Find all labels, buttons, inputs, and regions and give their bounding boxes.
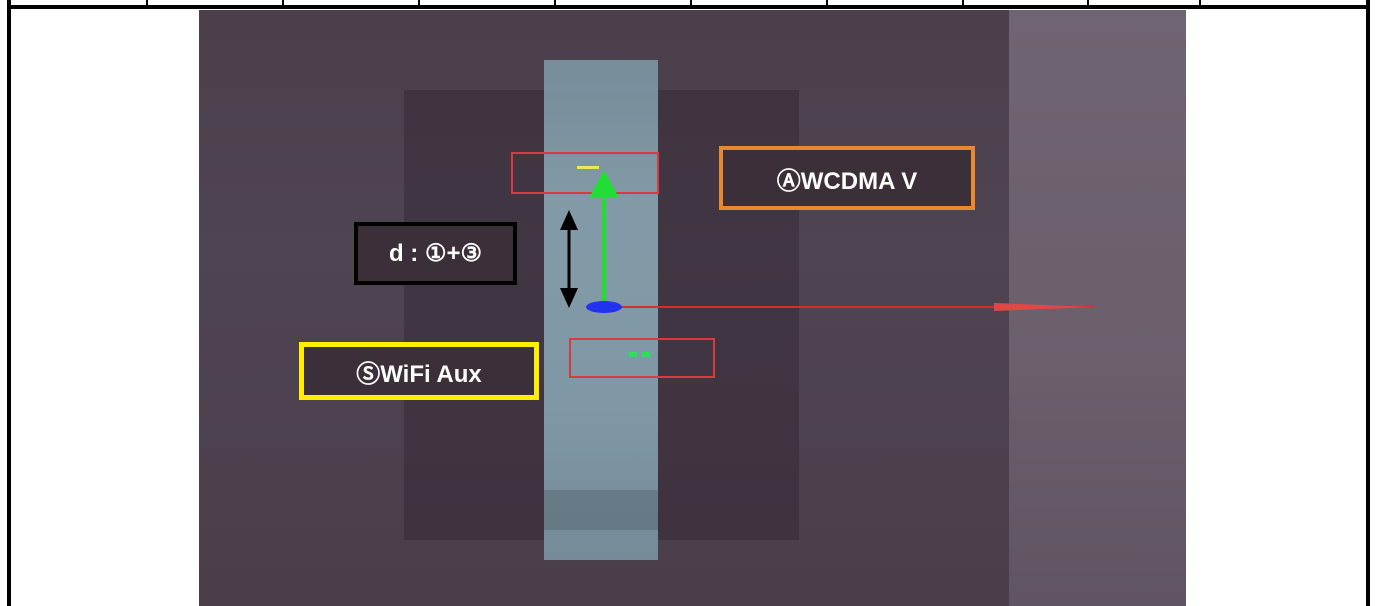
- distance-label-text: d : ①+③: [388, 240, 483, 267]
- axis-overlay: [560, 166, 1094, 357]
- table-right-border: [1366, 0, 1370, 606]
- distance-arrow-bottom: [560, 288, 578, 308]
- wifi-label-text: ⓈWiFi Aux: [356, 360, 482, 388]
- antenna-position-figure: ⒶWCDMA V d : ①+③ ⓈWiFi Aux: [199, 10, 1186, 606]
- origin-marker: [586, 301, 622, 313]
- x-axis-arrowhead: [994, 303, 1094, 311]
- distance-arrow-top: [560, 210, 578, 230]
- wcdma-label: ⒶWCDMA V: [719, 146, 975, 210]
- table-left-border: [7, 0, 11, 606]
- wcdma-label-text: ⒶWCDMA V: [776, 167, 918, 195]
- bottom-marker-tick: [642, 352, 650, 357]
- y-axis-arrowhead: [589, 170, 619, 198]
- wifi-label: ⓈWiFi Aux: [299, 342, 539, 400]
- table-top-border: [8, 5, 1369, 9]
- distance-label: d : ①+③: [354, 222, 517, 285]
- bottom-marker-tick: [629, 352, 637, 357]
- top-marker-tick: [577, 166, 599, 169]
